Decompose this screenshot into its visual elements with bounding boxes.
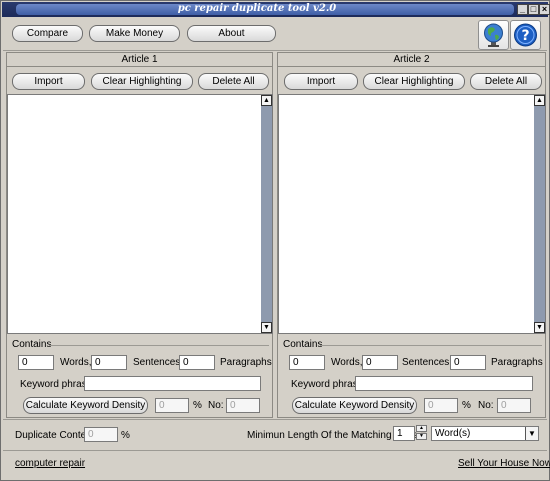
maximize-button[interactable]: □ [528, 4, 539, 15]
unit-select-value: Word(s) [435, 428, 471, 439]
scroll-up-icon[interactable]: ▲ [261, 95, 272, 106]
spin-up-icon[interactable]: ▲ [416, 425, 427, 432]
words-label: Words, [331, 357, 363, 368]
close-button[interactable]: × [539, 4, 550, 15]
help-button[interactable]: ? [510, 20, 541, 50]
duplicate-percent-label: % [121, 430, 130, 441]
chevron-down-icon[interactable]: ▼ [525, 427, 538, 440]
article-1-scrollbar[interactable]: ▲ ▼ [261, 95, 272, 333]
percent-label: % [462, 400, 471, 411]
scroll-down-icon[interactable]: ▼ [534, 322, 545, 333]
app-window: pc repair duplicate tool v2.0 _ □ × Comp… [0, 0, 550, 481]
article-2-density-value: 0 [424, 398, 458, 413]
scroll-down-icon[interactable]: ▼ [261, 322, 272, 333]
percent-label: % [193, 400, 202, 411]
sell-your-house-link[interactable]: Sell Your House Now [458, 458, 550, 469]
article-2-words-count: 0 [289, 355, 325, 370]
spin-down-icon[interactable]: ▼ [416, 433, 427, 440]
article-1-no-value: 0 [226, 398, 260, 413]
duplicate-content-label: Duplicate Content [15, 430, 95, 441]
svg-text:?: ? [521, 28, 529, 44]
article-2-sentences-count: 0 [362, 355, 398, 370]
article-2-paragraphs-count: 0 [450, 355, 486, 370]
duplicate-content-value: 0 [84, 427, 118, 442]
article-1-keyword-input[interactable] [84, 376, 261, 391]
article-1-words-count: 0 [18, 355, 54, 370]
sentences-label: Sentences, [133, 357, 184, 368]
article-1-density-value: 0 [155, 398, 189, 413]
contains-group-line [320, 345, 542, 346]
minimize-button[interactable]: _ [517, 4, 528, 15]
article-2-no-value: 0 [497, 398, 531, 413]
make-money-button[interactable]: Make Money [89, 25, 180, 42]
article-2-header: Article 2 [278, 53, 545, 67]
no-label: No: [478, 400, 494, 411]
article-1-clear-highlighting-button[interactable]: Clear Highlighting [91, 73, 193, 90]
scroll-up-icon[interactable]: ▲ [534, 95, 545, 106]
article-1-import-button[interactable]: Import [12, 73, 85, 90]
article-1-calc-density-button[interactable]: Calculate Keyword Density [23, 397, 148, 414]
window-title: pc repair duplicate tool v2.0 [177, 3, 337, 14]
article-2-scrollbar[interactable]: ▲ ▼ [534, 95, 545, 333]
computer-repair-link[interactable]: computer repair [15, 458, 85, 469]
article-2-keyword-input[interactable] [355, 376, 533, 391]
article-1-textarea[interactable]: ▲ ▼ [7, 94, 273, 334]
unit-select[interactable]: Word(s) ▼ [431, 426, 539, 441]
title-bar[interactable]: pc repair duplicate tool v2.0 _ □ × [2, 2, 550, 17]
globe-icon [484, 23, 503, 47]
paragraphs-label: Paragraphs [491, 357, 543, 368]
article-2-contains-label: Contains [283, 339, 323, 350]
paragraphs-label: Paragraphs [220, 357, 272, 368]
article-1-sentences-count: 0 [91, 355, 127, 370]
no-label: No: [208, 400, 224, 411]
contains-group-line [49, 345, 269, 346]
article-2-panel: Article 2 Import Clear Highlighting Dele… [277, 52, 546, 418]
article-2-import-button[interactable]: Import [284, 73, 358, 90]
article-2-textarea[interactable]: ▲ ▼ [278, 94, 546, 334]
globe-button[interactable] [478, 20, 509, 50]
about-button[interactable]: About [187, 25, 276, 42]
toolbar-divider [3, 50, 547, 51]
bottom-divider [3, 419, 547, 420]
footer-divider [3, 450, 547, 451]
article-2-clear-highlighting-button[interactable]: Clear Highlighting [363, 73, 465, 90]
article-1-contains-label: Contains [12, 339, 52, 350]
words-label: Words, [60, 357, 92, 368]
article-1-panel: Article 1 Import Clear Highlighting Dele… [6, 52, 273, 418]
article-1-header: Article 1 [7, 53, 272, 67]
article-2-delete-all-button[interactable]: Delete All [470, 73, 542, 90]
help-icon: ? [514, 23, 537, 47]
compare-button[interactable]: Compare [12, 25, 83, 42]
article-1-delete-all-button[interactable]: Delete All [198, 73, 269, 90]
article-2-calc-density-button[interactable]: Calculate Keyword Density [292, 397, 417, 414]
article-1-paragraphs-count: 0 [179, 355, 215, 370]
sentences-label: Sentences, [402, 357, 453, 368]
min-length-input[interactable]: 1 [393, 426, 415, 441]
